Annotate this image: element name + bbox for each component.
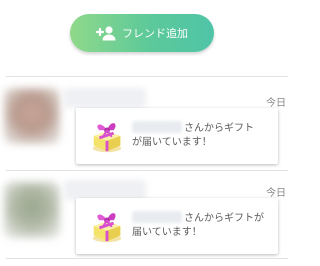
avatar <box>4 88 60 144</box>
timestamp: 今日 <box>266 188 286 199</box>
sender-name-inline <box>132 211 182 223</box>
gift-notification-item[interactable]: 今日 さんからギフトが 届いています！ <box>0 172 294 260</box>
add-friend-button[interactable]: フレンド追加 <box>70 14 214 52</box>
message-line-2: が届いています！ <box>132 137 212 148</box>
sender-name <box>64 180 146 200</box>
avatar <box>4 182 60 238</box>
message-line-1: さんからギフトが <box>184 213 264 224</box>
divider <box>6 258 288 259</box>
message-line-2: 届いています！ <box>132 227 202 238</box>
gift-icon <box>92 213 122 243</box>
gift-message-card[interactable]: さんからギフト が届いています！ <box>76 108 278 164</box>
gift-message-card[interactable]: さんからギフトが 届いています！ <box>76 198 278 254</box>
timestamp: 今日 <box>266 98 286 109</box>
gift-icon <box>92 123 122 153</box>
sender-name-inline <box>132 121 182 133</box>
sender-name <box>64 88 146 108</box>
add-friend-label: フレンド追加 <box>122 27 188 40</box>
divider <box>6 76 288 77</box>
message-line-1: さんからギフト <box>184 123 254 134</box>
gift-notification-item[interactable]: 今日 さんからギフト が届いています！ <box>0 78 294 166</box>
divider <box>6 170 288 171</box>
add-friend-icon <box>96 25 116 41</box>
